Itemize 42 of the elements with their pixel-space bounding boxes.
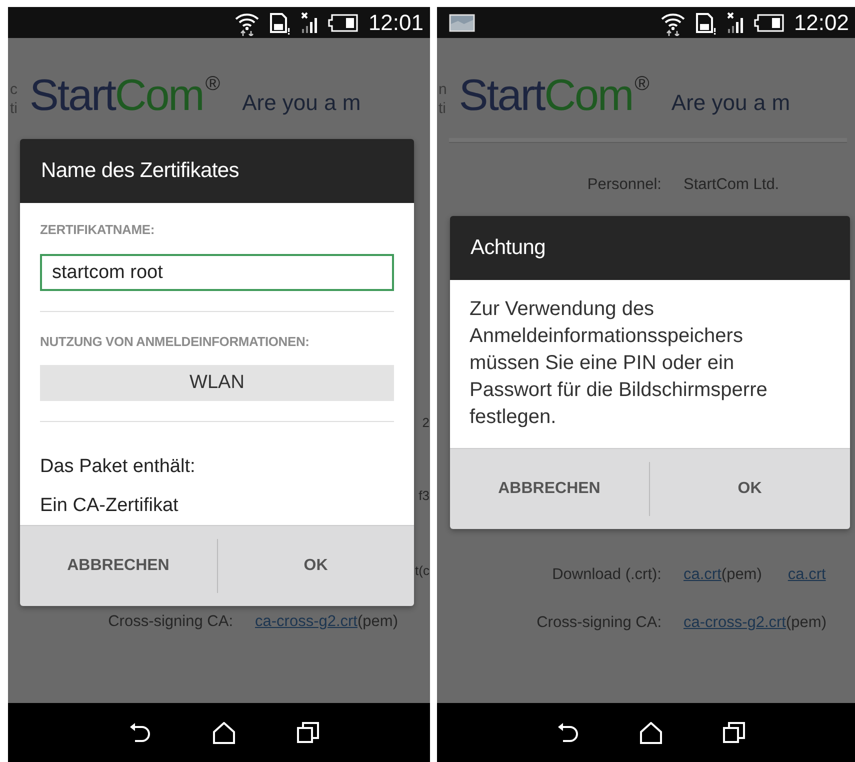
clock-time: 12:02 xyxy=(794,10,849,36)
no-signal-icon xyxy=(726,10,746,34)
page-text-fragment: t(c xyxy=(415,562,430,580)
startcom-logo: StartCom® xyxy=(30,74,220,118)
dialog-title: Achtung xyxy=(450,216,850,280)
image-notification-icon xyxy=(448,14,474,32)
page-text-fragment: f3 xyxy=(418,487,430,505)
recent-apps-icon[interactable] xyxy=(296,722,320,744)
sim-card-alert-icon xyxy=(268,10,292,34)
ok-button[interactable]: OK xyxy=(218,526,414,606)
ok-button[interactable]: OK xyxy=(650,449,850,529)
format-text: (pem) xyxy=(721,565,762,585)
field-label: Cross-signing CA: xyxy=(107,612,233,632)
format-text: (pem) xyxy=(358,612,398,632)
home-icon[interactable] xyxy=(638,722,663,744)
cancel-button[interactable]: ABBRECHEN xyxy=(20,526,216,606)
battery-icon xyxy=(754,14,784,32)
format-text: (pem) xyxy=(786,613,826,633)
warning-message: Zur Verwendung des Anmeldeinformationsspeichers müssen Sie eine PIN oder ein Passwort für die Bildschirmsperre festlegen. xyxy=(470,297,768,430)
field-value: StartCom Ltd. xyxy=(684,175,780,195)
field-label: ZERTIFIKATNAME: xyxy=(40,221,156,239)
sim-card-alert-icon xyxy=(694,10,718,34)
recent-apps-icon[interactable] xyxy=(722,722,746,744)
field-label: Personnel: xyxy=(586,175,662,195)
cancel-button[interactable]: ABBRECHEN xyxy=(450,449,649,529)
package-info-text: Das Paket enthält: xyxy=(40,455,196,479)
battery-icon xyxy=(328,14,358,32)
page-tagline: Are you a m xyxy=(242,90,361,116)
certificate-name-field[interactable]: startcom root xyxy=(40,254,394,292)
page-tagline: Are you a m xyxy=(671,90,790,116)
page-text-fragment: 2 xyxy=(422,414,430,432)
field-label: NUTZUNG VON ANMELDEINFORMATIONEN: xyxy=(40,333,310,352)
dialog-title: Name des Zertifikates xyxy=(20,139,414,203)
back-icon[interactable] xyxy=(128,722,152,744)
usage-select[interactable]: WLAN xyxy=(40,365,394,401)
back-icon[interactable] xyxy=(556,722,580,744)
startcom-logo: StartCom® xyxy=(458,74,650,118)
field-label: Cross-signing CA: xyxy=(536,613,662,633)
field-label: Download (.crt): xyxy=(551,565,662,585)
clock-time: 12:01 xyxy=(368,10,424,36)
package-info-text: Ein CA-Zertifikat xyxy=(40,494,180,518)
home-icon[interactable] xyxy=(212,722,236,744)
